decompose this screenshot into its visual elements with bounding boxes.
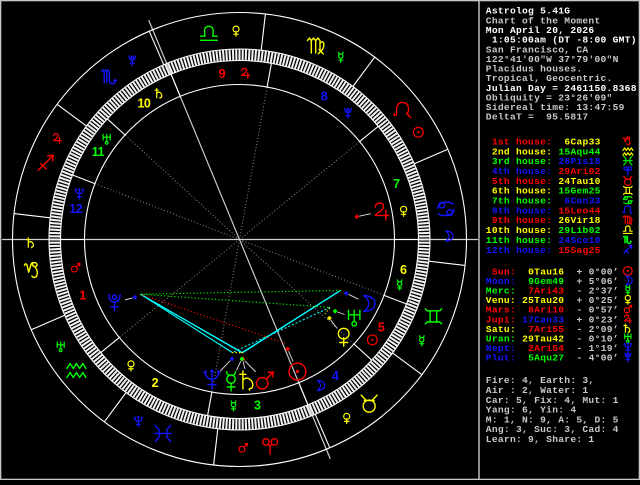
svg-text:Plut:: Plut: (486, 353, 516, 364)
svg-text:5: 5 (378, 320, 385, 334)
svg-text:1: 1 (79, 289, 86, 303)
svg-text:7: 7 (393, 177, 400, 191)
svg-text:11: 11 (92, 145, 105, 159)
svg-text:10: 10 (137, 96, 150, 110)
svg-text:8: 8 (321, 89, 328, 103)
svg-text:12: 12 (69, 202, 82, 216)
svg-text:15Sag25: 15Sag25 (552, 245, 600, 256)
svg-text:Learn: 9, Share: 1: Learn: 9, Share: 1 (486, 434, 595, 445)
svg-text:- 4°00’: - 4°00’ (577, 353, 619, 364)
svg-text:4: 4 (332, 369, 339, 383)
svg-text:2: 2 (152, 376, 159, 390)
svg-text:6: 6 (400, 263, 407, 277)
svg-text:5Aqu27: 5Aqu27 (516, 353, 564, 364)
svg-text:9: 9 (219, 67, 226, 81)
svg-text:12th house:: 12th house: (486, 245, 552, 256)
svg-text:3: 3 (254, 398, 261, 412)
svg-text:DeltaT = 95.5817: DeltaT = 95.5817 (486, 112, 589, 123)
